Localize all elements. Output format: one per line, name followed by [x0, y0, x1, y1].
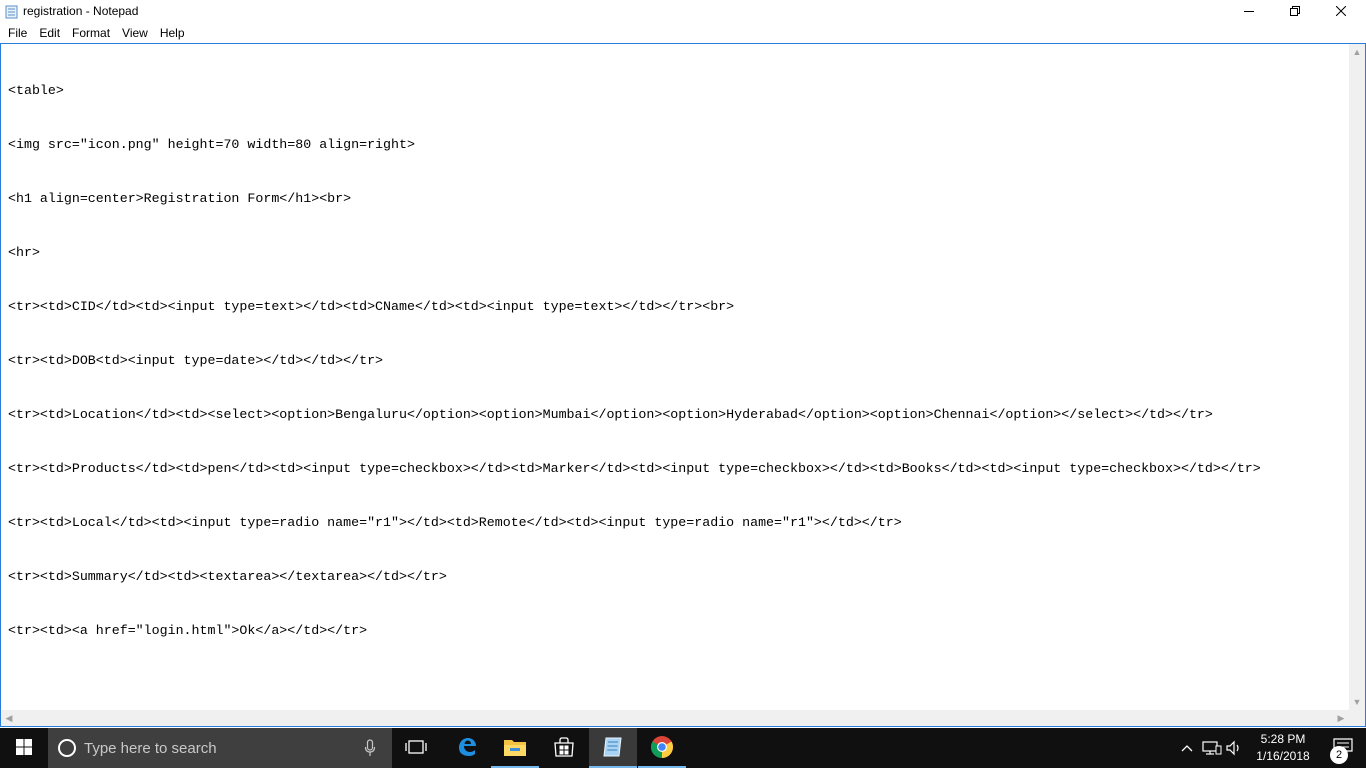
volume-icon[interactable]: [1226, 740, 1244, 759]
taskbar-edge[interactable]: [443, 728, 491, 768]
network-icon[interactable]: [1202, 740, 1222, 759]
search-placeholder: Type here to search: [84, 740, 217, 757]
taskbar-search[interactable]: Type here to search: [48, 728, 392, 768]
scroll-left-icon[interactable]: ◀: [1, 710, 17, 726]
menu-format[interactable]: Format: [66, 23, 116, 43]
vertical-scrollbar[interactable]: ▲ ▼: [1349, 44, 1365, 710]
minimize-button[interactable]: [1226, 0, 1272, 22]
edge-icon: [456, 736, 478, 761]
title-bar: registration - Notepad: [0, 0, 1366, 23]
system-clock[interactable]: 5:28 PM 1/16/2018: [1248, 731, 1318, 765]
taskbar-chrome[interactable]: [638, 728, 686, 768]
editor-line: <tr><td>Products</td><td>pen</td><td><in…: [8, 461, 1261, 476]
editor-line: <hr>: [8, 245, 40, 260]
microphone-icon[interactable]: [364, 739, 376, 760]
menu-bar: File Edit Format View Help: [0, 23, 1366, 43]
scrollbar-corner: [1349, 710, 1365, 726]
editor-line: <tr><td>DOB<td><input type=date></td></t…: [8, 353, 384, 368]
editor-line: <tr><td>Location</td><td><select><option…: [8, 407, 1213, 422]
scroll-down-icon[interactable]: ▼: [1349, 694, 1365, 710]
editor-line: <table>: [8, 83, 64, 98]
folder-icon: [503, 737, 527, 760]
editor-content[interactable]: <table> <img src="icon.png" height=70 wi…: [8, 46, 1261, 658]
editor-line: <h1 align=center>Registration Form</h1><…: [8, 191, 352, 206]
task-view-button[interactable]: [392, 728, 440, 768]
chrome-icon: [650, 735, 674, 762]
taskbar: Type here to search 5:28 PM 1/16/2018 2: [0, 728, 1366, 768]
window-title: registration - Notepad: [23, 4, 139, 18]
menu-help[interactable]: Help: [154, 23, 191, 43]
cortana-icon: [58, 739, 76, 757]
scroll-up-icon[interactable]: ▲: [1349, 44, 1365, 60]
editor-line: <tr><td>CID</td><td><input type=text></t…: [8, 299, 735, 314]
horizontal-scrollbar[interactable]: ◀ ▶: [1, 710, 1349, 726]
editor-line: <tr><td>Local</td><td><input type=radio …: [8, 515, 902, 530]
menu-file[interactable]: File: [2, 23, 33, 43]
clock-time: 5:28 PM: [1260, 732, 1306, 746]
notepad-icon: [5, 5, 18, 19]
restore-button[interactable]: [1272, 0, 1318, 22]
store-icon: [553, 736, 575, 761]
taskbar-file-explorer[interactable]: [491, 728, 539, 768]
editor-line: <tr><td>Summary</td><td><textarea></text…: [8, 569, 447, 584]
close-button[interactable]: [1318, 0, 1364, 22]
scroll-right-icon[interactable]: ▶: [1333, 710, 1349, 726]
windows-logo-icon: [16, 738, 32, 758]
taskbar-store[interactable]: [540, 728, 588, 768]
show-hidden-icons-icon[interactable]: [1180, 740, 1194, 759]
notification-count-badge: 2: [1330, 746, 1348, 764]
menu-edit[interactable]: Edit: [33, 23, 66, 43]
editor-line: <img src="icon.png" height=70 width=80 a…: [8, 137, 415, 152]
notepad-taskbar-icon: [601, 736, 625, 761]
editor-line: <tr><td><a href="login.html">Ok</a></td>…: [8, 623, 368, 638]
task-view-icon: [405, 739, 427, 758]
clock-date: 1/16/2018: [1256, 749, 1310, 763]
taskbar-notepad[interactable]: [589, 728, 637, 768]
start-button[interactable]: [0, 728, 48, 768]
menu-view[interactable]: View: [116, 23, 154, 43]
